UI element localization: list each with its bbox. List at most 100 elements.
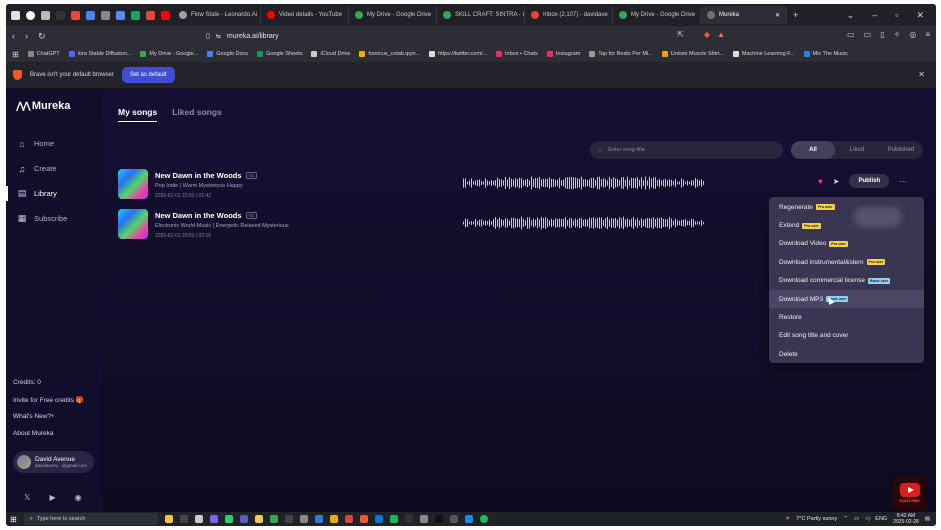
sidebar-item-subscribe[interactable]: ▦ Subscribe [6, 206, 102, 231]
chevron-up-icon[interactable]: ⌃ [843, 516, 848, 522]
ai-icon[interactable]: ✧ [894, 30, 901, 39]
back-icon[interactable]: ‹ [12, 31, 15, 41]
sidebar-item-create[interactable]: ♫ Create [6, 156, 102, 181]
browser-tab[interactable]: Mureka ✕ [701, 6, 787, 24]
app-icon[interactable] [329, 515, 338, 523]
teams-icon[interactable] [239, 515, 248, 523]
wallet-icon[interactable]: ◎ [909, 30, 916, 39]
brave-shields-icon[interactable]: ◆ [704, 30, 710, 39]
pinned-tab-icon[interactable] [86, 10, 95, 20]
apps-icon[interactable]: ⊞ [12, 50, 19, 59]
youtube-icon[interactable] [161, 10, 170, 20]
spotify-icon[interactable] [479, 515, 488, 523]
bookmark-item[interactable]: My Drive - Google... [140, 51, 198, 57]
bookmark-item[interactable]: fooocus_colab.ipyn... [359, 51, 420, 57]
windows-start-icon[interactable]: ⊞ [10, 515, 17, 524]
maximize-icon[interactable]: ▫ [895, 10, 898, 21]
song-cover[interactable] [118, 169, 148, 199]
forward-icon[interactable]: › [25, 31, 28, 41]
song-cover[interactable] [118, 209, 148, 239]
language-indicator[interactable]: ENG [875, 516, 887, 522]
bookmark-item[interactable]: https://twitter.com/... [429, 51, 487, 57]
menu-item-edit-song-title-and-cover[interactable]: Edit song title and cover [769, 327, 924, 345]
profile-icon[interactable] [26, 10, 35, 20]
waveform[interactable] [463, 175, 705, 191]
youtube-icon[interactable]: ▶ [49, 493, 55, 502]
app-icon[interactable] [299, 515, 308, 523]
sidebar-item-library[interactable]: ▤ Library [6, 181, 102, 206]
filter-published[interactable]: Published [879, 147, 923, 153]
menu-item-download-commercial-license[interactable]: Download commercial license Basic user [769, 272, 924, 290]
pinned-tab-icon[interactable] [101, 10, 110, 20]
app-icon[interactable] [464, 515, 473, 523]
menu-item-regenerate[interactable]: Regenerate Pro user [769, 198, 924, 216]
more-icon[interactable]: ··· [899, 177, 907, 186]
bookmark-item[interactable]: Inbox • Chats [496, 51, 538, 57]
publish-button[interactable]: Publish [849, 174, 890, 188]
window-icon[interactable]: ▯ [880, 30, 884, 39]
volume-icon[interactable]: ◁ [865, 516, 869, 522]
x-icon[interactable] [56, 10, 65, 20]
menu-item-download-instrumental-stem[interactable]: Download instrumental&stem Pro user [769, 253, 924, 271]
bookmark-item[interactable]: Google Sheets [257, 51, 302, 57]
app-icon[interactable] [434, 515, 443, 523]
bookmark-item[interactable]: iCloud Drive [311, 51, 350, 57]
tab-my-songs[interactable]: My songs [118, 107, 158, 122]
send-icon[interactable]: ➤ [833, 177, 840, 186]
terminal-icon[interactable] [284, 515, 293, 523]
logo[interactable]: ⋀⋀ Mureka [16, 100, 70, 112]
bookmark-item[interactable]: Tap for Beats Per Mi... [589, 51, 653, 57]
chrome-icon[interactable] [344, 515, 353, 523]
copilot-icon[interactable] [164, 515, 173, 523]
settings-icon[interactable] [194, 515, 203, 523]
song-title-text[interactable]: New Dawn in the Woods [155, 171, 242, 180]
chevron-down-icon[interactable]: ⌄ [847, 10, 855, 21]
tab-icon[interactable]: ▭ [864, 30, 872, 39]
pinned-tab-icon[interactable] [131, 10, 140, 20]
filter-all[interactable]: All [791, 141, 835, 159]
app-icon[interactable] [419, 515, 428, 523]
discord-icon[interactable]: ◉ [75, 493, 82, 502]
site-settings-icon[interactable]: ⇆ [216, 33, 221, 40]
share-icon[interactable]: ⇱ [677, 30, 684, 39]
taskbar-search[interactable]: ⌕ Type here to search [23, 513, 158, 525]
close-tab-icon[interactable]: ✕ [775, 12, 780, 19]
bookmark-item[interactable]: ChatGPT [27, 51, 60, 57]
brave-icon[interactable] [359, 515, 368, 523]
set-default-button[interactable]: Set as default [121, 67, 175, 83]
sidebar-icon[interactable]: ▭ [847, 30, 855, 39]
user-card[interactable]: David Avenue davidavenu...@gmail.com [13, 451, 94, 473]
sidebar-item-home[interactable]: ⌂ Home [6, 131, 102, 156]
minimize-icon[interactable]: – [872, 10, 877, 21]
browser-tab[interactable]: My Drive - Google Drive [349, 6, 437, 24]
close-icon[interactable]: ✕ [916, 10, 924, 21]
pinned-tab-icon[interactable] [116, 10, 125, 20]
pinned-tab-icon[interactable] [71, 10, 80, 20]
sidebar-toggle-icon[interactable] [11, 10, 20, 20]
bookmark-item[interactable]: Instagram [546, 51, 580, 57]
menu-icon[interactable]: ≡ [925, 30, 930, 39]
bookmark-icon[interactable]: ▯ [206, 32, 210, 40]
app-icon[interactable] [449, 515, 458, 523]
browser-tab[interactable]: Video details - YouTube [261, 6, 349, 24]
rewards-icon[interactable]: ▲ [717, 30, 725, 39]
bookmark-item[interactable]: Unisex Muscle Shirt... [661, 51, 724, 57]
reload-icon[interactable]: ↻ [38, 31, 46, 42]
clock[interactable]: 8:42 AM 2025-02-28 [893, 513, 919, 525]
bookmark-item[interactable]: lora Stable Diffusion... [68, 51, 131, 57]
x-icon[interactable]: 𝕏 [24, 493, 30, 502]
pinned-tab-icon[interactable] [146, 10, 155, 20]
about-link[interactable]: About Mureka [13, 430, 84, 447]
filter-liked[interactable]: Liked [835, 147, 879, 153]
song-search[interactable]: ○ Enter song title [590, 141, 783, 159]
app-icon[interactable] [314, 515, 323, 523]
bookmark-item[interactable]: Mix The Music [803, 51, 848, 57]
song-title-text[interactable]: New Dawn in the Woods [155, 211, 242, 220]
heart-icon[interactable]: ♥ [818, 177, 823, 186]
pinned-tab-icon[interactable] [41, 10, 50, 20]
menu-item-extend[interactable]: Extend Pro user [769, 216, 924, 234]
app-icon[interactable] [209, 515, 218, 523]
menu-item-download-video[interactable]: Download Video Pro user [769, 235, 924, 253]
app-icon[interactable] [374, 515, 383, 523]
bookmark-item[interactable]: Google Docs [207, 51, 248, 57]
